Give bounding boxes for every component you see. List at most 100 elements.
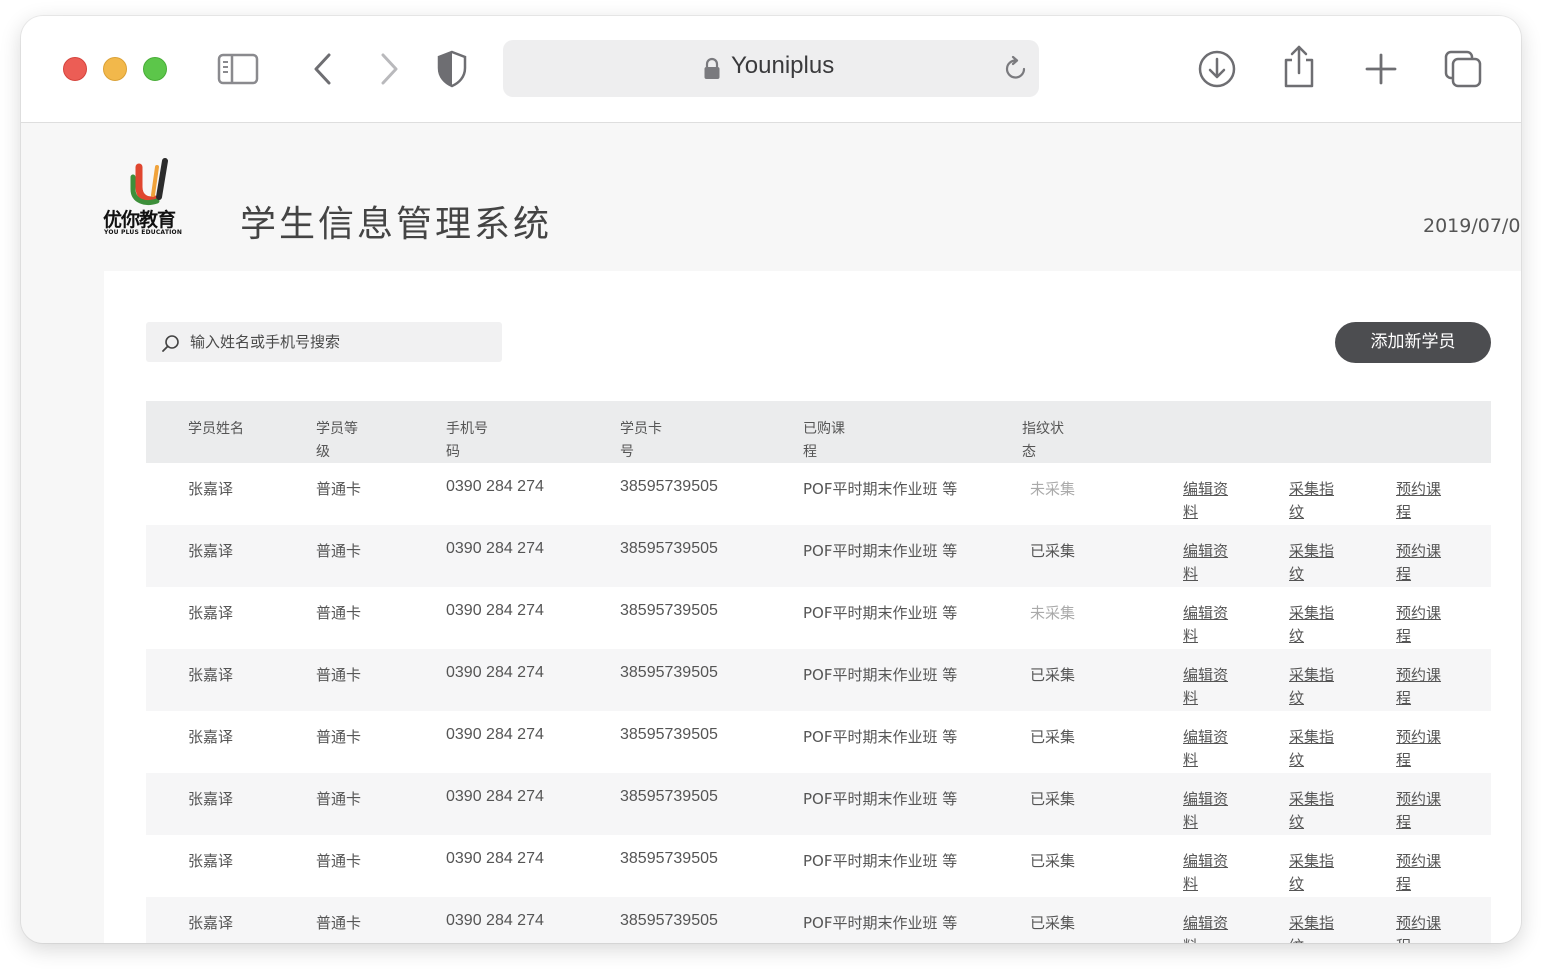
- column-header-level: 学员等级: [316, 421, 358, 460]
- student-card: 38595739505: [620, 664, 718, 681]
- edit-profile-link[interactable]: 编辑资料: [1183, 788, 1228, 834]
- book-course-link[interactable]: 预约课程: [1396, 540, 1441, 586]
- minimize-window-button[interactable]: [103, 57, 127, 81]
- logo-mark-icon: [130, 158, 168, 205]
- book-course-link[interactable]: 预约课程: [1396, 912, 1441, 943]
- student-card: 38595739505: [620, 850, 718, 867]
- student-phone: 0390 284 274: [446, 602, 544, 619]
- student-name: 张嘉译: [188, 480, 234, 498]
- edit-profile-link[interactable]: 编辑资料: [1183, 664, 1228, 710]
- logo-text-cn: 优你教育: [103, 209, 176, 231]
- sidebar-icon[interactable]: [217, 52, 259, 86]
- student-table: 学员姓名 学员等级 手机号码 学员卡号 已购课程 指纹状态 张嘉译 普通卡 0390…: [146, 401, 1491, 943]
- fingerprint-status: 已采集: [1030, 666, 1076, 684]
- student-panel: 添加新学员 学员姓名 学员等级 手机号码 学员卡号 已购课程 指纹状态 张嘉译普…: [104, 271, 1521, 943]
- student-courses: POF平时期末作业班 等: [803, 604, 958, 622]
- edit-profile-link[interactable]: 编辑资料: [1183, 726, 1228, 772]
- column-header-course: 已购课程: [803, 421, 845, 460]
- page-content: 优你教育 YOU PLUS EDUCATION 学生信息管理系统 2019/07…: [21, 123, 1521, 943]
- share-icon[interactable]: [1281, 44, 1317, 90]
- search-icon: [161, 334, 181, 358]
- collect-fingerprint-link[interactable]: 采集指纹: [1289, 478, 1334, 524]
- collect-fingerprint-link[interactable]: 采集指纹: [1289, 850, 1334, 896]
- book-course-link[interactable]: 预约课程: [1396, 726, 1441, 772]
- shield-icon[interactable]: [437, 50, 467, 88]
- student-level: 普通卡: [316, 666, 362, 684]
- download-icon[interactable]: [1197, 49, 1237, 89]
- collect-fingerprint-link[interactable]: 采集指纹: [1289, 540, 1334, 586]
- student-courses: POF平时期末作业班 等: [803, 728, 958, 746]
- brand-logo: 优你教育 YOU PLUS EDUCATION: [103, 157, 199, 237]
- student-name: 张嘉译: [188, 728, 234, 746]
- collect-fingerprint-link[interactable]: 采集指纹: [1289, 664, 1334, 710]
- student-card: 38595739505: [620, 540, 718, 557]
- student-courses: POF平时期末作业班 等: [803, 666, 958, 684]
- collect-fingerprint-link[interactable]: 采集指纹: [1289, 602, 1334, 648]
- student-level: 普通卡: [316, 480, 362, 498]
- edit-profile-link[interactable]: 编辑资料: [1183, 602, 1228, 648]
- fingerprint-status: 已采集: [1030, 852, 1076, 870]
- plus-icon[interactable]: [1364, 52, 1398, 86]
- student-courses: POF平时期末作业班 等: [803, 790, 958, 808]
- student-courses: POF平时期末作业班 等: [803, 852, 958, 870]
- chevron-right-icon[interactable]: [377, 52, 401, 86]
- book-course-link[interactable]: 预约课程: [1396, 478, 1441, 524]
- table-row: 张嘉译 普通卡 0390 284 274 38595739505 POF平时期末作业班 …: [146, 525, 1491, 587]
- student-phone: 0390 284 274: [446, 726, 544, 743]
- student-name: 张嘉译: [188, 604, 234, 622]
- close-window-button[interactable]: [63, 57, 87, 81]
- zoom-window-button[interactable]: [143, 57, 167, 81]
- book-course-link[interactable]: 预约课程: [1396, 602, 1441, 648]
- student-card: 38595739505: [620, 478, 718, 495]
- lock-icon: [703, 57, 721, 85]
- edit-profile-link[interactable]: 编辑资料: [1183, 912, 1228, 943]
- current-date: 2019/07/0: [1423, 215, 1521, 237]
- edit-profile-link[interactable]: 编辑资料: [1183, 850, 1228, 896]
- add-student-button[interactable]: 添加新学员: [1335, 322, 1491, 363]
- tabs-icon[interactable]: [1444, 50, 1482, 88]
- book-course-link[interactable]: 预约课程: [1396, 664, 1441, 710]
- edit-profile-link[interactable]: 编辑资料: [1183, 540, 1228, 586]
- book-course-link[interactable]: 预约课程: [1396, 788, 1441, 834]
- student-name: 张嘉译: [188, 852, 234, 870]
- reload-icon[interactable]: [1003, 55, 1029, 87]
- address-bar[interactable]: Youniplus: [503, 40, 1039, 97]
- student-level: 普通卡: [316, 542, 362, 560]
- student-phone: 0390 284 274: [446, 664, 544, 681]
- student-card: 38595739505: [620, 912, 718, 929]
- student-name: 张嘉译: [188, 666, 234, 684]
- collect-fingerprint-link[interactable]: 采集指纹: [1289, 788, 1334, 834]
- student-level: 普通卡: [316, 790, 362, 808]
- student-level: 普通卡: [316, 852, 362, 870]
- collect-fingerprint-link[interactable]: 采集指纹: [1289, 726, 1334, 772]
- student-courses: POF平时期末作业班 等: [803, 542, 958, 560]
- fingerprint-status: 未采集: [1030, 604, 1076, 622]
- table-body: 张嘉译 普通卡 0390 284 274 38595739505 POF平时期末作业班 …: [146, 463, 1491, 943]
- search-box[interactable]: [146, 322, 502, 362]
- column-header-card: 学员卡号: [620, 421, 662, 460]
- column-header-phone: 手机号码: [446, 421, 488, 460]
- student-name: 张嘉译: [188, 542, 234, 560]
- table-row: 张嘉译 普通卡 0390 284 274 38595739505 POF平时期末作业班 …: [146, 711, 1491, 773]
- fingerprint-status: 已采集: [1030, 914, 1076, 932]
- page-title: 学生信息管理系统: [240, 204, 553, 245]
- collect-fingerprint-link[interactable]: 采集指纹: [1289, 912, 1334, 943]
- chevron-left-icon[interactable]: [311, 52, 335, 86]
- column-header-name: 学员姓名: [188, 421, 244, 437]
- student-courses: POF平时期末作业班 等: [803, 480, 958, 498]
- table-row: 张嘉译 普通卡 0390 284 274 38595739505 POF平时期末作业班 …: [146, 649, 1491, 711]
- search-input[interactable]: [190, 322, 490, 362]
- student-phone: 0390 284 274: [446, 912, 544, 929]
- student-name: 张嘉译: [188, 914, 234, 932]
- browser-toolbar: Youniplus: [21, 16, 1521, 123]
- fingerprint-status: 未采集: [1030, 480, 1076, 498]
- table-header: 学员姓名 学员等级 手机号码 学员卡号 已购课程 指纹状态: [146, 401, 1491, 463]
- student-level: 普通卡: [316, 914, 362, 932]
- table-row: 张嘉译 普通卡 0390 284 274 38595739505 POF平时期末作业班 …: [146, 897, 1491, 943]
- edit-profile-link[interactable]: 编辑资料: [1183, 478, 1228, 524]
- book-course-link[interactable]: 预约课程: [1396, 850, 1441, 896]
- fingerprint-status: 已采集: [1030, 790, 1076, 808]
- table-row: 张嘉译 普通卡 0390 284 274 38595739505 POF平时期末作业班 …: [146, 773, 1491, 835]
- student-phone: 0390 284 274: [446, 540, 544, 557]
- student-courses: POF平时期末作业班 等: [803, 914, 958, 932]
